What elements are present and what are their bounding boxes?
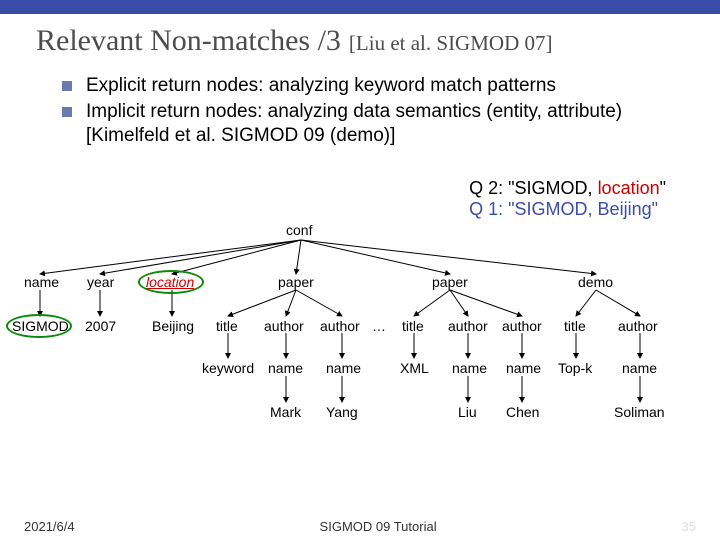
node-beijing: Beijing	[152, 318, 194, 334]
node-paper-2: paper	[432, 274, 468, 290]
node-title-1: title	[216, 318, 238, 334]
node-name-4: name	[506, 360, 541, 376]
node-title-3: title	[564, 318, 586, 334]
node-yang: Yang	[326, 404, 358, 420]
q2-suffix: "	[660, 178, 666, 198]
node-name-1: name	[268, 360, 303, 376]
bullet-item: Implicit return nodes: analyzing data se…	[62, 100, 680, 148]
node-year: year	[87, 274, 114, 290]
footer-page: 35	[682, 519, 696, 534]
footer-title: SIGMOD 09 Tutorial	[320, 519, 437, 534]
footer-date: 2021/6/4	[24, 519, 75, 534]
node-xml: XML	[400, 360, 429, 376]
bullet-list: Explicit return nodes: analyzing keyword…	[0, 70, 720, 153]
node-mark: Mark	[270, 404, 301, 420]
q2-prefix: Q 2: "SIGMOD,	[469, 178, 597, 198]
slide-citation: [Liu et al. SIGMOD 07]	[349, 31, 553, 56]
node-liu: Liu	[458, 404, 477, 420]
node-paper-1: paper	[278, 274, 314, 290]
bullet-text: Implicit return nodes: analyzing data se…	[86, 100, 680, 148]
node-author-5: author	[618, 318, 658, 334]
node-demo: demo	[578, 274, 613, 290]
node-dots: …	[372, 318, 386, 334]
node-author-2: author	[320, 318, 360, 334]
node-sigmod: SIGMOD	[12, 318, 69, 334]
node-author-4: author	[502, 318, 542, 334]
node-keyword: keyword	[202, 360, 254, 376]
tree-lines	[0, 208, 720, 503]
tree-diagram: conf name year location paper paper demo…	[0, 208, 720, 503]
query-q2: Q 2: "SIGMOD, location"	[469, 178, 666, 199]
bullet-icon	[62, 81, 72, 91]
slide-title: Relevant Non-matches /3	[36, 24, 341, 58]
node-name-5: name	[622, 360, 657, 376]
q2-highlight: location	[598, 178, 660, 198]
node-author-1: author	[264, 318, 304, 334]
bullet-item: Explicit return nodes: analyzing keyword…	[62, 74, 680, 98]
node-topk: Top-k	[558, 360, 592, 376]
top-banner	[0, 0, 720, 14]
node-title-2: title	[402, 318, 424, 334]
node-author-3: author	[448, 318, 488, 334]
node-2007: 2007	[85, 318, 116, 334]
node-soliman: Soliman	[614, 404, 665, 420]
bullet-text: Explicit return nodes: analyzing keyword…	[86, 74, 556, 98]
title-row: Relevant Non-matches /3 [Liu et al. SIGM…	[0, 14, 720, 70]
node-name-2: name	[326, 360, 361, 376]
footer: 2021/6/4 SIGMOD 09 Tutorial 35	[0, 519, 720, 534]
bullet-icon	[62, 107, 72, 117]
node-name-3: name	[452, 360, 487, 376]
node-chen: Chen	[506, 404, 539, 420]
node-conf: conf	[286, 222, 312, 238]
node-location: location	[146, 274, 194, 290]
node-name: name	[24, 274, 59, 290]
